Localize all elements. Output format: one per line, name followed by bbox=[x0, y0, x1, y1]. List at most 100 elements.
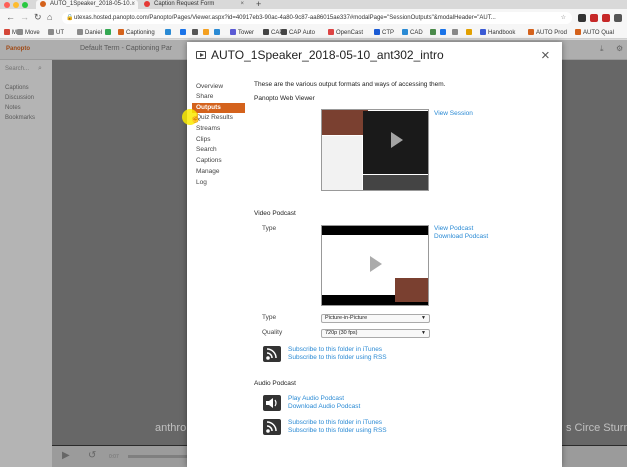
bookmark-item[interactable] bbox=[430, 28, 438, 38]
bookmark-item[interactable]: Captioning bbox=[118, 28, 155, 38]
tab-label: AUTO_1Speaker_2018-05-10... bbox=[50, 1, 135, 7]
reload-icon[interactable]: ↻ bbox=[34, 12, 42, 23]
bookmark-label: Daniel bbox=[85, 30, 103, 36]
bookmark-star-icon[interactable]: ☆ bbox=[561, 12, 566, 24]
bookmark-label: UT bbox=[56, 30, 64, 36]
extension-icon[interactable] bbox=[578, 14, 586, 22]
nav-item-quiz-results[interactable]: Quiz Results bbox=[196, 114, 233, 121]
podcast-type-label: Type bbox=[262, 314, 277, 321]
nav-item-streams[interactable]: Streams bbox=[196, 125, 220, 132]
bookmark-item[interactable]: Handbook bbox=[480, 28, 515, 38]
bookmark-favicon-icon bbox=[328, 29, 334, 35]
zoom-window-button[interactable] bbox=[22, 2, 28, 8]
new-tab-button[interactable]: + bbox=[256, 0, 261, 9]
rss-icon[interactable] bbox=[263, 419, 281, 435]
bookmark-label: CAD bbox=[410, 30, 423, 36]
bookmark-label: AUTO Qual bbox=[583, 30, 614, 36]
nav-item-overview[interactable]: Overview bbox=[196, 83, 223, 90]
bookmark-favicon-icon bbox=[180, 29, 186, 35]
video-podcast-thumbnail[interactable] bbox=[321, 225, 429, 306]
bookmark-item[interactable]: Move bbox=[17, 28, 40, 38]
bookmark-item[interactable] bbox=[192, 28, 200, 38]
quality-select[interactable]: 720p (30 fps) ▼ bbox=[321, 329, 430, 338]
video-session-icon bbox=[196, 51, 206, 59]
bookmark-item[interactable]: M bbox=[4, 28, 17, 38]
bookmark-item[interactable] bbox=[105, 28, 113, 38]
bookmark-label: Move bbox=[25, 30, 40, 36]
bookmark-label: Captioning bbox=[126, 30, 155, 36]
bookmark-favicon-icon bbox=[105, 29, 111, 35]
podcast-type-select[interactable]: Picture-in-Picture ▼ bbox=[321, 314, 430, 323]
extension-icon[interactable] bbox=[614, 14, 622, 22]
close-tab-icon[interactable]: × bbox=[240, 0, 244, 8]
bookmark-item[interactable]: AUTO Prod bbox=[528, 28, 567, 38]
bookmark-favicon-icon bbox=[118, 29, 124, 35]
bookmark-item[interactable] bbox=[165, 28, 173, 38]
bookmark-item[interactable] bbox=[452, 28, 460, 38]
browser-tab[interactable]: Caption Request Form × bbox=[140, 0, 247, 9]
close-window-button[interactable] bbox=[4, 2, 10, 8]
home-icon[interactable]: ⌂ bbox=[47, 12, 52, 22]
bookmark-item[interactable]: CAD bbox=[402, 28, 423, 38]
bookmark-item[interactable] bbox=[203, 28, 211, 38]
url-text: utexas.hosted.panopto.com/Panopto/Pages/… bbox=[74, 15, 496, 21]
bookmark-item[interactable]: Tower bbox=[230, 28, 254, 38]
video-itunes-link[interactable]: Subscribe to this folder in iTunes bbox=[288, 346, 382, 353]
play-icon bbox=[370, 256, 382, 272]
speaker-icon[interactable] bbox=[263, 395, 281, 411]
close-icon[interactable]: × bbox=[541, 47, 550, 64]
back-arrow-icon[interactable]: ← bbox=[6, 12, 15, 22]
web-viewer-thumbnail[interactable] bbox=[321, 109, 429, 191]
audio-itunes-link[interactable]: Subscribe to this folder in iTunes bbox=[288, 419, 382, 426]
bookmark-item[interactable]: AUTO Qual bbox=[575, 28, 614, 38]
bookmark-favicon-icon bbox=[466, 29, 472, 35]
play-audio-podcast-link[interactable]: Play Audio Podcast bbox=[288, 395, 344, 402]
bookmark-favicon-icon bbox=[402, 29, 408, 35]
bookmark-item[interactable] bbox=[214, 28, 222, 38]
form-favicon-icon bbox=[144, 1, 150, 7]
chevron-down-icon: ▼ bbox=[421, 330, 426, 336]
close-tab-icon[interactable]: × bbox=[131, 0, 135, 8]
video-rss-link[interactable]: Subscribe to this folder using RSS bbox=[288, 354, 387, 361]
bookmark-label: CAP Auto bbox=[289, 30, 315, 36]
bookmark-item[interactable]: UT bbox=[48, 28, 64, 38]
view-podcast-link[interactable]: View Podcast bbox=[434, 225, 473, 232]
download-audio-podcast-link[interactable]: Download Audio Podcast bbox=[288, 403, 360, 410]
nav-item-captions[interactable]: Captions bbox=[196, 157, 222, 164]
bookmark-item[interactable] bbox=[180, 28, 188, 38]
podcast-type-value: Picture-in-Picture bbox=[325, 315, 368, 321]
nav-item-outputs-label: Outputs bbox=[196, 104, 221, 111]
browser-tab-active[interactable]: AUTO_1Speaker_2018-05-10... × bbox=[36, 0, 138, 9]
bookmark-favicon-icon bbox=[480, 29, 486, 35]
shield-extension-icon[interactable] bbox=[590, 14, 598, 22]
bookmark-item[interactable] bbox=[466, 28, 474, 38]
hand-cursor-icon: ☝ bbox=[190, 113, 202, 123]
nav-item-search[interactable]: Search bbox=[196, 146, 217, 153]
download-podcast-link[interactable]: Download Podcast bbox=[434, 233, 488, 240]
extension-icon[interactable] bbox=[602, 14, 610, 22]
bookmark-favicon-icon bbox=[452, 29, 458, 35]
bookmark-item[interactable] bbox=[440, 28, 448, 38]
audio-rss-link[interactable]: Subscribe to this folder using RSS bbox=[288, 427, 387, 434]
bookmark-item[interactable]: CAP Auto bbox=[281, 28, 315, 38]
bookmark-item[interactable]: Daniel bbox=[77, 28, 102, 38]
quality-label: Quality bbox=[262, 329, 283, 336]
minimize-window-button[interactable] bbox=[13, 2, 19, 8]
bookmark-favicon-icon bbox=[203, 29, 209, 35]
bookmark-favicon-icon bbox=[192, 29, 198, 35]
nav-item-log[interactable]: Log bbox=[196, 179, 207, 186]
browser-tab-strip: AUTO_1Speaker_2018-05-10... × Caption Re… bbox=[0, 0, 627, 9]
bookmark-favicon-icon bbox=[214, 29, 220, 35]
rss-icon[interactable] bbox=[263, 346, 281, 362]
view-session-link[interactable]: View Session bbox=[434, 110, 473, 117]
bookmark-item[interactable]: OpenCast bbox=[328, 28, 363, 38]
nav-item-share[interactable]: Share bbox=[196, 93, 213, 100]
bookmark-item[interactable]: CTP bbox=[374, 28, 394, 38]
nav-item-manage[interactable]: Manage bbox=[196, 168, 220, 175]
address-bar[interactable]: 🔒 utexas.hosted.panopto.com/Panopto/Page… bbox=[62, 12, 572, 24]
bookmark-favicon-icon bbox=[48, 29, 54, 35]
nav-item-clips[interactable]: Clips bbox=[196, 136, 210, 143]
panopto-favicon-icon bbox=[40, 1, 46, 7]
forward-arrow-icon[interactable]: → bbox=[20, 12, 29, 22]
bookmark-favicon-icon bbox=[430, 29, 436, 35]
